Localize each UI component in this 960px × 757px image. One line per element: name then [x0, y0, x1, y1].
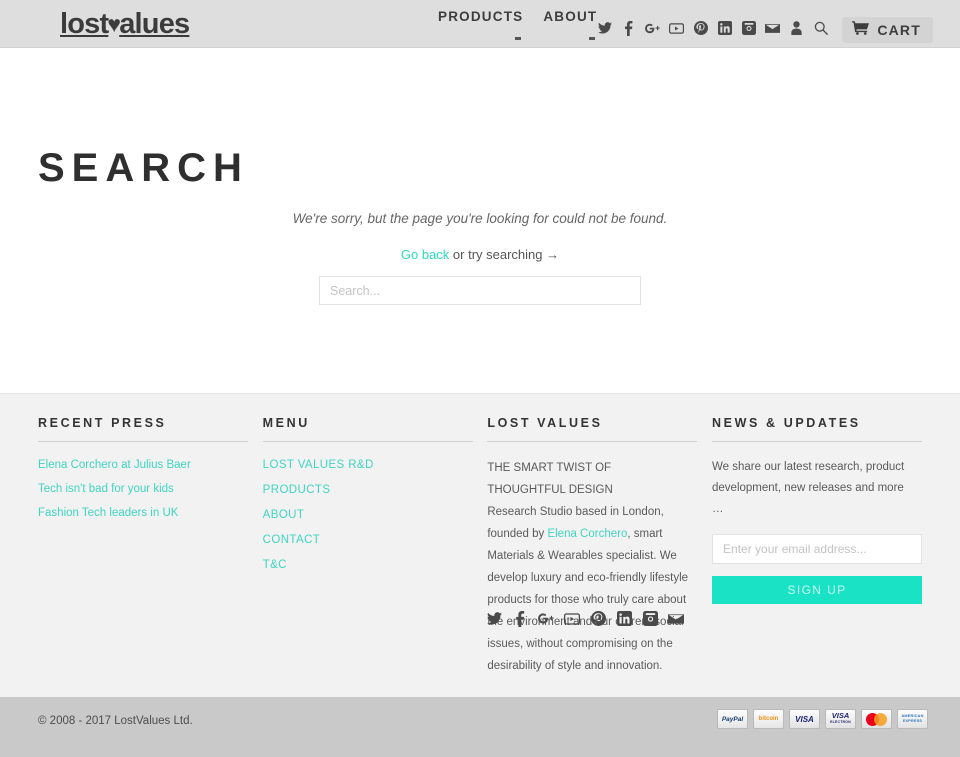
- lost-values-body: THE SMART TWIST OF THOUGHTFUL DESIGN Res…: [487, 457, 699, 677]
- logo-text-post: alues: [119, 8, 190, 40]
- press-link-2[interactable]: Tech isn't bad for your kids: [38, 482, 263, 496]
- twitter-icon[interactable]: [597, 20, 612, 36]
- menu-link-contact[interactable]: CONTACT: [263, 533, 488, 547]
- email-icon[interactable]: [668, 610, 684, 627]
- twitter-icon[interactable]: [486, 610, 502, 627]
- menu-heading: MENU: [262, 416, 473, 442]
- header-social-bar: [597, 20, 828, 36]
- youtube-icon[interactable]: [564, 610, 580, 627]
- main-navigation: PRODUCTS ABOUT: [438, 9, 598, 40]
- main-content: SEARCH We're sorry, but the page you're …: [0, 48, 960, 393]
- footer-column-menu: MENU LOST VALUES R&D PRODUCTS ABOUT CONT…: [262, 416, 488, 677]
- recent-press-heading: RECENT PRESS: [38, 416, 248, 442]
- menu-link-products[interactable]: PRODUCTS: [263, 483, 488, 497]
- facebook-icon[interactable]: [621, 20, 636, 36]
- footer-columns: RECENT PRESS Elena Corchero at Julius Ba…: [38, 416, 923, 677]
- sign-up-button[interactable]: SIGN UP: [712, 576, 923, 604]
- not-found-message: We're sorry, but the page you're looking…: [292, 211, 668, 226]
- youtube-icon[interactable]: [669, 20, 684, 36]
- try-searching-text: or try searching →: [449, 247, 560, 262]
- visa-icon: VISA: [789, 709, 820, 729]
- chevron-down-icon: [515, 37, 522, 40]
- bitcoin-icon: bitcoin: [753, 709, 784, 729]
- elena-corchero-link[interactable]: Elena Corchero: [547, 528, 627, 540]
- site-header: lost♥alues PRODUCTS ABOUT CART: [0, 0, 960, 48]
- copyright-text: © 2008 - 2017 LostValues Ltd.: [38, 715, 193, 727]
- lost-values-heading: LOST VALUES: [487, 416, 698, 442]
- nav-item-about[interactable]: ABOUT: [543, 9, 598, 40]
- recent-press-links: Elena Corchero at Julius Baer Tech isn't…: [38, 458, 263, 520]
- google-plus-icon[interactable]: [645, 20, 660, 36]
- google-plus-icon[interactable]: [538, 610, 554, 627]
- amex-sub: EXPRESS: [902, 719, 923, 723]
- tagline-line-1: THE SMART TWIST OF: [487, 462, 612, 474]
- menu-link-lost-values-rd[interactable]: LOST VALUES R&D: [263, 458, 488, 472]
- menu-link-tc[interactable]: T&C: [263, 558, 488, 572]
- visa-electron-icon: VISA ELECTRON: [825, 709, 856, 729]
- news-updates-body: We share our latest research, product de…: [712, 461, 905, 515]
- linkedin-icon[interactable]: [616, 610, 632, 627]
- press-link-3[interactable]: Fashion Tech leaders in UK: [38, 506, 263, 520]
- news-updates-heading: NEWS & UPDATES: [712, 416, 923, 442]
- nav-item-products[interactable]: PRODUCTS: [438, 9, 524, 40]
- logo-text-pre: lost: [60, 8, 109, 40]
- cart-label: CART: [877, 22, 921, 38]
- press-link-1[interactable]: Elena Corchero at Julius Baer: [38, 458, 263, 472]
- facebook-icon[interactable]: [512, 610, 528, 627]
- nav-item-about-label: ABOUT: [543, 9, 598, 24]
- nav-item-products-label: PRODUCTS: [438, 9, 524, 24]
- instagram-icon[interactable]: [741, 20, 756, 36]
- site-footer: RECENT PRESS Elena Corchero at Julius Ba…: [0, 393, 960, 697]
- site-logo[interactable]: lost♥alues: [60, 8, 190, 40]
- account-icon[interactable]: [789, 20, 804, 36]
- bottom-bar: © 2008 - 2017 LostValues Ltd. PayPal bit…: [0, 697, 960, 757]
- mastercard-icon: [861, 709, 892, 729]
- search-prompt: Go back or try searching →: [0, 247, 960, 262]
- linkedin-icon[interactable]: [717, 20, 732, 36]
- search-input[interactable]: [319, 276, 641, 305]
- american-express-icon: AMERICAN EXPRESS: [897, 709, 928, 729]
- pinterest-icon[interactable]: [693, 20, 708, 36]
- menu-link-about[interactable]: ABOUT: [263, 508, 488, 522]
- visa-electron-sub: ELECTRON: [830, 720, 851, 724]
- page-title: SEARCH: [38, 146, 249, 190]
- footer-column-recent-press: RECENT PRESS Elena Corchero at Julius Ba…: [38, 416, 263, 677]
- chevron-down-icon: [589, 37, 596, 40]
- email-icon[interactable]: [765, 20, 780, 36]
- email-field[interactable]: [712, 534, 923, 564]
- footer-column-lost-values: LOST VALUES THE SMART TWIST OF THOUGHTFU…: [487, 416, 712, 677]
- pinterest-icon[interactable]: [590, 610, 606, 627]
- footer-column-news-updates: NEWS & UPDATES We share our latest resea…: [712, 416, 923, 677]
- search-form: [319, 276, 641, 305]
- tagline-line-2: THOUGHTFUL DESIGN: [487, 484, 613, 496]
- instagram-icon[interactable]: [642, 610, 658, 627]
- menu-links: LOST VALUES R&D PRODUCTS ABOUT CONTACT T…: [263, 458, 488, 572]
- paypal-icon: PayPal: [717, 709, 748, 729]
- footer-social-bar: [486, 610, 684, 627]
- payment-methods: PayPal bitcoin VISA VISA ELECTRON AMERIC…: [717, 709, 928, 729]
- cart-icon: [852, 20, 870, 40]
- search-icon[interactable]: [813, 20, 828, 36]
- go-back-link[interactable]: Go back: [401, 247, 449, 262]
- mastercard-circle-orange: [874, 713, 887, 726]
- about-text-part-2: , smart Materials & Wearables specialist…: [487, 528, 689, 672]
- cart-button[interactable]: CART: [842, 17, 933, 43]
- visa-electron-label: VISA: [831, 711, 850, 720]
